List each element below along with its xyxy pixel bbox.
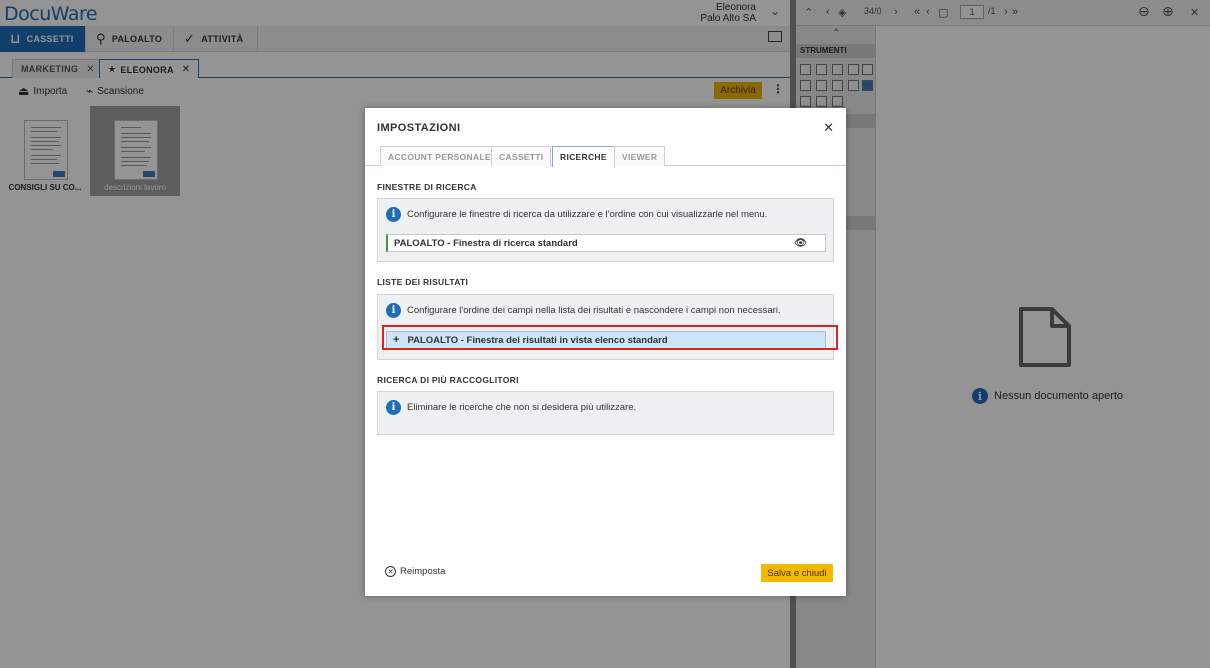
tab-cassetti[interactable]: CASSETTI (491, 146, 552, 166)
reset-icon: ✕ (385, 566, 396, 577)
info-icon: i (386, 303, 401, 318)
info-icon: i (386, 400, 401, 415)
tab-viewer[interactable]: VIEWER (614, 146, 666, 166)
highlight-box (382, 325, 838, 350)
section-title-result-lists: LISTE DEI RISULTATI (377, 277, 469, 287)
search-windows-info: i Configurare le finestre di ricerca da … (386, 207, 767, 222)
eye-icon[interactable]: 👁 (794, 238, 807, 249)
tab-ricerche[interactable]: RICERCHE (552, 146, 615, 167)
search-windows-box: i Configurare le finestre di ricerca da … (377, 198, 834, 262)
multi-search-info: i Eliminare le ricerche che non si desid… (386, 400, 636, 415)
dialog-tabs: ACCOUNT PERSONALE CASSETTI RICERCHE VIEW… (365, 146, 846, 167)
close-icon[interactable]: ✕ (823, 120, 834, 136)
settings-dialog: IMPOSTAZIONI ✕ ACCOUNT PERSONALE CASSETT… (365, 108, 846, 596)
section-title-multi-search: RICERCA DI PIÙ RACCOGLITORI (377, 375, 519, 385)
search-window-item[interactable]: PALOALTO - Finestra di ricerca standard … (386, 234, 826, 252)
section-title-search-windows: FINESTRE DI RICERCA (377, 182, 477, 192)
dialog-title: IMPOSTAZIONI (377, 122, 461, 134)
save-and-close-button[interactable]: Salva e chiudi (761, 564, 833, 582)
result-lists-info: i Configurare l'ordine dei campi nella l… (386, 303, 781, 318)
reset-button[interactable]: ✕ Reimposta (385, 566, 445, 577)
multi-search-box: i Eliminare le ricerche che non si desid… (377, 391, 834, 435)
info-icon: i (386, 207, 401, 222)
tab-account-personale[interactable]: ACCOUNT PERSONALE (380, 146, 499, 166)
